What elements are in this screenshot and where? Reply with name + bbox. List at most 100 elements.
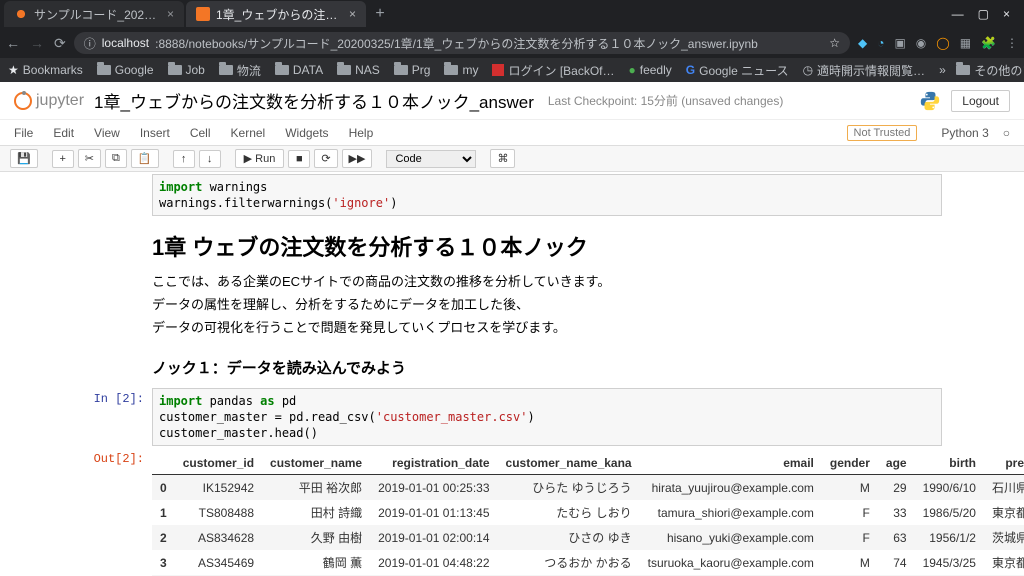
- jupyter-header: jupyter 1章_ウェブからの注文数を分析する１０本ノック_answer L…: [0, 82, 1024, 120]
- code-cell[interactable]: In [2]: import pandas as pdcustomer_mast…: [82, 388, 942, 447]
- bookmark-folder[interactable]: Google: [97, 63, 154, 77]
- bookmark-folder[interactable]: DATA: [275, 63, 323, 77]
- folder-icon: [168, 65, 182, 75]
- trust-badge[interactable]: Not Trusted: [847, 125, 918, 141]
- code-input[interactable]: import pandas as pdcustomer_master = pd.…: [152, 388, 942, 447]
- bookmark-item[interactable]: ●feedly: [629, 63, 672, 77]
- ext-icon[interactable]: ◔: [877, 36, 884, 50]
- heading-3: ノック１：データを読み込んでみよう: [152, 357, 932, 378]
- menu-file[interactable]: File: [14, 126, 33, 140]
- code-input[interactable]: import warningswarnings.filterwarnings('…: [152, 174, 942, 216]
- checkpoint-text: Last Checkpoint: 15分前 (unsaved changes): [548, 92, 783, 109]
- google-icon: G: [686, 63, 695, 77]
- move-down-button[interactable]: ↓: [199, 150, 221, 168]
- folder-icon: [956, 65, 970, 75]
- restart-run-all-button[interactable]: ▶▶: [342, 149, 373, 168]
- browser-tab[interactable]: サンプルコード_20200325/1章 ×: [4, 1, 184, 27]
- menu-widgets[interactable]: Widgets: [285, 126, 328, 140]
- logout-button[interactable]: Logout: [951, 90, 1010, 112]
- bookmark-folder[interactable]: my: [444, 63, 478, 77]
- notebook-body: import warningswarnings.filterwarnings('…: [0, 172, 1024, 576]
- output-cell: Out[2]: customer_idcustomer_nameregistra…: [82, 448, 942, 576]
- browser-tab-active[interactable]: 1章_ウェブからの注文数を分… ×: [186, 1, 366, 27]
- site-info-icon[interactable]: ⓘ: [84, 35, 96, 52]
- tab-title: 1章_ウェブからの注文数を分…: [216, 6, 339, 23]
- ext-icon[interactable]: 🧩: [981, 36, 996, 50]
- menu-insert[interactable]: Insert: [140, 126, 170, 140]
- menu-help[interactable]: Help: [349, 126, 374, 140]
- markdown-cell[interactable]: 1章 ウェブの注文数を分析する１０本ノック ここでは、ある企業のECサイトでの商…: [82, 230, 942, 377]
- close-icon[interactable]: ×: [349, 7, 356, 21]
- output-area: customer_idcustomer_nameregistration_dat…: [152, 448, 1024, 576]
- menu-icon[interactable]: ⋮: [1006, 36, 1018, 50]
- output-prompt: Out[2]:: [82, 448, 152, 576]
- close-icon[interactable]: ×: [167, 7, 174, 21]
- menu-edit[interactable]: Edit: [53, 126, 74, 140]
- address-row: ← → ⟳ ⓘ localhost :8888/notebooks/サンプルコード…: [0, 28, 1024, 58]
- bookmark-folder[interactable]: NAS: [337, 63, 380, 77]
- site-icon: [492, 64, 504, 76]
- save-button[interactable]: 💾: [10, 149, 38, 168]
- code-cell[interactable]: import warningswarnings.filterwarnings('…: [82, 174, 942, 216]
- ext-icon[interactable]: ◯: [936, 36, 949, 50]
- restart-button[interactable]: ⟳: [314, 149, 337, 168]
- dataframe-table: customer_idcustomer_nameregistration_dat…: [152, 452, 1024, 576]
- tab-title: サンプルコード_20200325/1章: [34, 6, 157, 23]
- kernel-indicator-icon: ○: [1003, 126, 1010, 140]
- folder-icon: [97, 65, 111, 75]
- bookmarks-bar: ★Bookmarks Google Job 物流 DATA NAS Prg my…: [0, 58, 1024, 82]
- paragraph: ここでは、ある企業のECサイトでの商品の注文数の推移を分析していきます。: [152, 272, 932, 293]
- new-tab-button[interactable]: +: [368, 5, 392, 23]
- menu-view[interactable]: View: [94, 126, 120, 140]
- bookmark-item[interactable]: ◷適時開示情報閲覧…: [803, 62, 926, 79]
- forward-icon[interactable]: →: [30, 35, 44, 52]
- paragraph: データの属性を理解し、分析をするためにデータを加工した後、: [152, 295, 932, 316]
- maximize-icon[interactable]: ▢: [978, 7, 989, 21]
- jupyter-logo[interactable]: jupyter: [14, 92, 84, 110]
- menu-cell[interactable]: Cell: [190, 126, 211, 140]
- address-bar[interactable]: ⓘ localhost :8888/notebooks/サンプルコード_20200…: [74, 32, 850, 54]
- extensions: ◆ ◔ ▣ ◉ ◯ ▦ 🧩 ⋮: [858, 36, 1018, 50]
- bookmark-folder[interactable]: Job: [168, 63, 205, 77]
- celltype-select[interactable]: Code: [386, 150, 476, 168]
- run-button[interactable]: ▶ Run: [235, 149, 285, 168]
- bookmark-item[interactable]: GGoogle ニュース: [686, 62, 789, 79]
- bookmark-item[interactable]: ★Bookmarks: [8, 63, 83, 77]
- cut-button[interactable]: ✂: [78, 149, 101, 168]
- input-prompt: [82, 174, 152, 216]
- ext-icon[interactable]: ◉: [916, 36, 926, 50]
- close-window-icon[interactable]: ×: [1003, 7, 1010, 21]
- ext-icon[interactable]: ◆: [858, 36, 867, 50]
- folder-icon: [444, 65, 458, 75]
- minimize-icon[interactable]: —: [952, 7, 964, 21]
- url-host: localhost: [102, 36, 149, 50]
- bookmark-star-icon[interactable]: ☆: [829, 36, 840, 50]
- ext-icon[interactable]: ▦: [960, 36, 971, 50]
- folder-icon: [275, 65, 289, 75]
- command-palette-button[interactable]: ⌘: [490, 149, 515, 168]
- paste-button[interactable]: 📋: [131, 149, 159, 168]
- notebook-title[interactable]: 1章_ウェブからの注文数を分析する１０本ノック_answer: [94, 88, 534, 113]
- tab-strip: サンプルコード_20200325/1章 × 1章_ウェブからの注文数を分… × …: [0, 0, 1024, 28]
- bookmark-item[interactable]: ログイン [BackOf…: [492, 62, 614, 79]
- bookmarks-overflow[interactable]: » その他のブックマーク: [939, 62, 1024, 79]
- bookmark-folder[interactable]: 物流: [219, 62, 261, 79]
- reload-icon[interactable]: ⟳: [54, 35, 66, 52]
- move-up-button[interactable]: ↑: [173, 150, 195, 168]
- jupyter-icon: [14, 92, 32, 110]
- url-path: :8888/notebooks/サンプルコード_20200325/1章/1章_ウ…: [155, 35, 758, 52]
- copy-button[interactable]: ⧉: [105, 149, 127, 168]
- bookmark-folder[interactable]: Prg: [394, 63, 431, 77]
- folder-icon: [337, 65, 351, 75]
- add-cell-button[interactable]: +: [52, 150, 74, 168]
- ext-icon[interactable]: ▣: [894, 36, 905, 50]
- interrupt-button[interactable]: ■: [288, 150, 310, 168]
- back-icon[interactable]: ←: [6, 35, 20, 52]
- python-logo-icon: [919, 90, 941, 112]
- notebook-favicon: [196, 7, 210, 21]
- menubar: File Edit View Insert Cell Kernel Widget…: [0, 120, 1024, 146]
- paragraph: データの可視化を行うことで問題を発見していくプロセスを学びます。: [152, 318, 932, 339]
- menu-kernel[interactable]: Kernel: [231, 126, 266, 140]
- browser-chrome: サンプルコード_20200325/1章 × 1章_ウェブからの注文数を分… × …: [0, 0, 1024, 82]
- kernel-name[interactable]: Python 3: [931, 126, 988, 140]
